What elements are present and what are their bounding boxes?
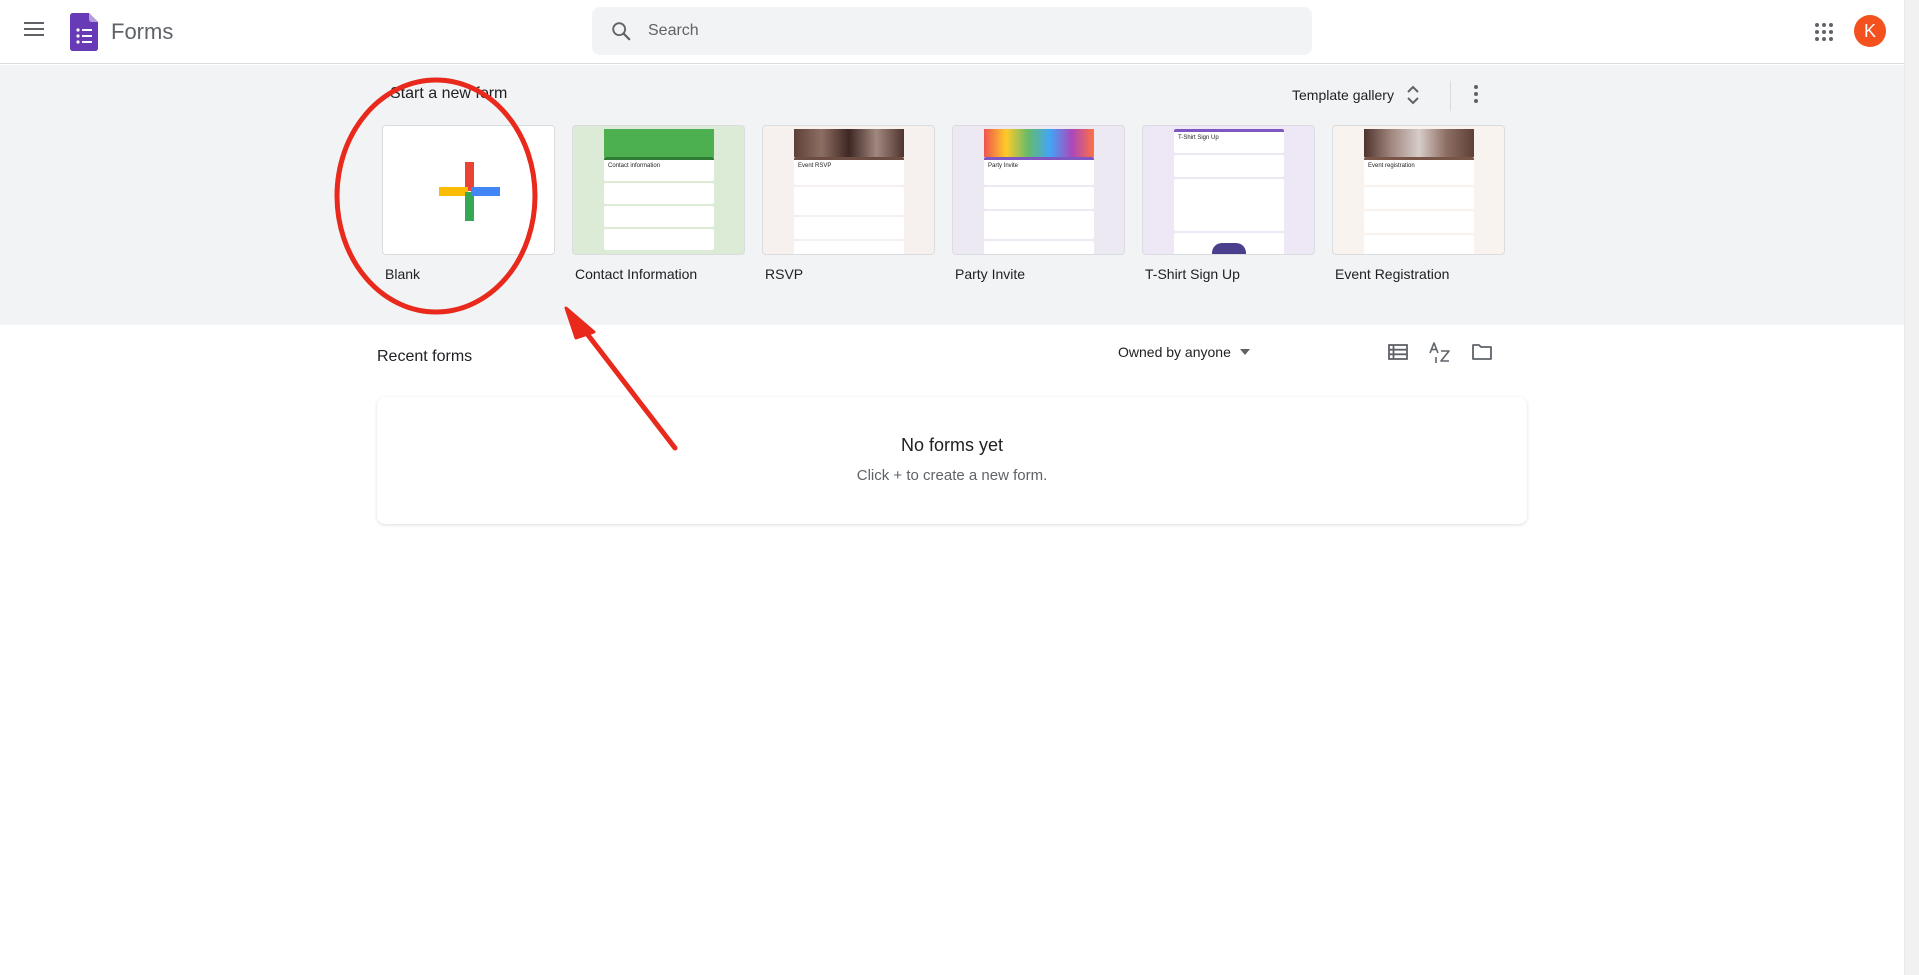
hamburger-icon-line (24, 34, 44, 36)
form-title: Contact information (608, 163, 661, 169)
owner-filter-dropdown[interactable]: Owned by anyone (1118, 344, 1251, 360)
owner-filter-label: Owned by anyone (1118, 344, 1231, 360)
page-scrollbar[interactable] (1904, 0, 1919, 975)
template-label: RSVP (765, 266, 804, 282)
template-event-registration[interactable]: Event registration Event Registration (1332, 125, 1505, 282)
template-thumbnail[interactable]: T-Shirt Sign Up (1142, 125, 1315, 255)
forms-logo-icon[interactable] (70, 13, 98, 51)
form-title: Party Invite (988, 163, 1019, 169)
template-section: Start a new form Template gallery Blank … (0, 65, 1904, 325)
form-title-card: Event registration (1364, 157, 1474, 185)
template-party-invite[interactable]: Party Invite Party Invite (952, 125, 1125, 282)
hamburger-icon (24, 22, 44, 24)
template-gallery-button[interactable]: Template gallery (1292, 83, 1420, 107)
question-card (604, 229, 714, 250)
template-section-title: Start a new form (390, 85, 508, 102)
question-card (1364, 235, 1474, 254)
search-input[interactable] (648, 7, 1288, 55)
question-card (794, 187, 904, 215)
template-label: Event Registration (1335, 266, 1450, 282)
template-header-image (1364, 129, 1474, 157)
top-app-bar: Forms K (0, 0, 1904, 64)
template-tshirt-sign-up[interactable]: T-Shirt Sign Up T-Shirt Sign Up (1142, 125, 1315, 282)
google-apps-icon[interactable] (1810, 18, 1838, 46)
question-card (984, 211, 1094, 239)
template-thumbnail[interactable]: Event registration (1332, 125, 1505, 255)
template-label: Contact Information (575, 266, 698, 282)
recent-forms-title: Recent forms (377, 348, 473, 365)
arrow-drop-down-icon (1239, 349, 1250, 355)
form-title: Event registration (1368, 163, 1415, 169)
question-card (984, 241, 1094, 254)
form-title-card: Contact information (604, 157, 714, 181)
unfold-icon (1407, 85, 1419, 105)
main-menu-button[interactable] (20, 18, 48, 46)
form-title: Event RSVP (798, 163, 832, 169)
question-card (1174, 155, 1284, 177)
empty-state-card: No forms yet Click + to create a new for… (377, 397, 1527, 524)
form-title: T-Shirt Sign Up (1178, 135, 1219, 141)
template-thumbnail[interactable]: Event RSVP (762, 125, 935, 255)
empty-state-title: No forms yet (900, 435, 1004, 455)
question-card (984, 187, 1094, 209)
hamburger-icon-line (24, 28, 44, 30)
template-blank[interactable]: Blank (382, 125, 555, 282)
form-title-card: T-Shirt Sign Up (1174, 129, 1284, 153)
template-thumbnail[interactable] (382, 125, 555, 255)
search-bar[interactable] (592, 7, 1312, 55)
template-header-image (604, 129, 714, 157)
template-rsvp[interactable]: Event RSVP RSVP (762, 125, 935, 282)
template-label: Blank (385, 266, 421, 282)
template-header-image (984, 129, 1094, 157)
form-title-card: Party Invite (984, 157, 1094, 185)
template-thumbnail[interactable]: Party Invite (952, 125, 1125, 255)
question-card (794, 241, 904, 254)
template-label: Party Invite (955, 266, 1026, 282)
tshirt-image (1212, 243, 1246, 254)
app-title[interactable]: Forms (111, 19, 173, 45)
question-card (1364, 211, 1474, 233)
form-title-card: Event RSVP (794, 157, 904, 185)
search-icon[interactable] (610, 20, 632, 42)
template-header-image (794, 129, 904, 157)
divider (1450, 81, 1451, 111)
sort-az-icon[interactable] (1428, 340, 1452, 364)
folder-icon[interactable] (1470, 340, 1494, 364)
question-card (604, 206, 714, 227)
question-card (604, 183, 714, 204)
question-card (1174, 179, 1284, 231)
empty-state-subtitle: Click + to create a new form. (856, 467, 1048, 484)
template-label: T-Shirt Sign Up (1145, 266, 1240, 282)
plus-icon (439, 162, 500, 221)
more-vert-icon[interactable] (1464, 82, 1488, 106)
question-card (1174, 233, 1284, 254)
template-contact-information[interactable]: Contact information Contact Information (572, 125, 745, 282)
list-view-icon[interactable] (1386, 340, 1410, 364)
template-thumbnail[interactable]: Contact information (572, 125, 745, 255)
question-card (794, 217, 904, 239)
account-avatar[interactable]: K (1854, 15, 1886, 47)
question-card (1364, 187, 1474, 209)
template-gallery-label: Template gallery (1292, 87, 1394, 103)
